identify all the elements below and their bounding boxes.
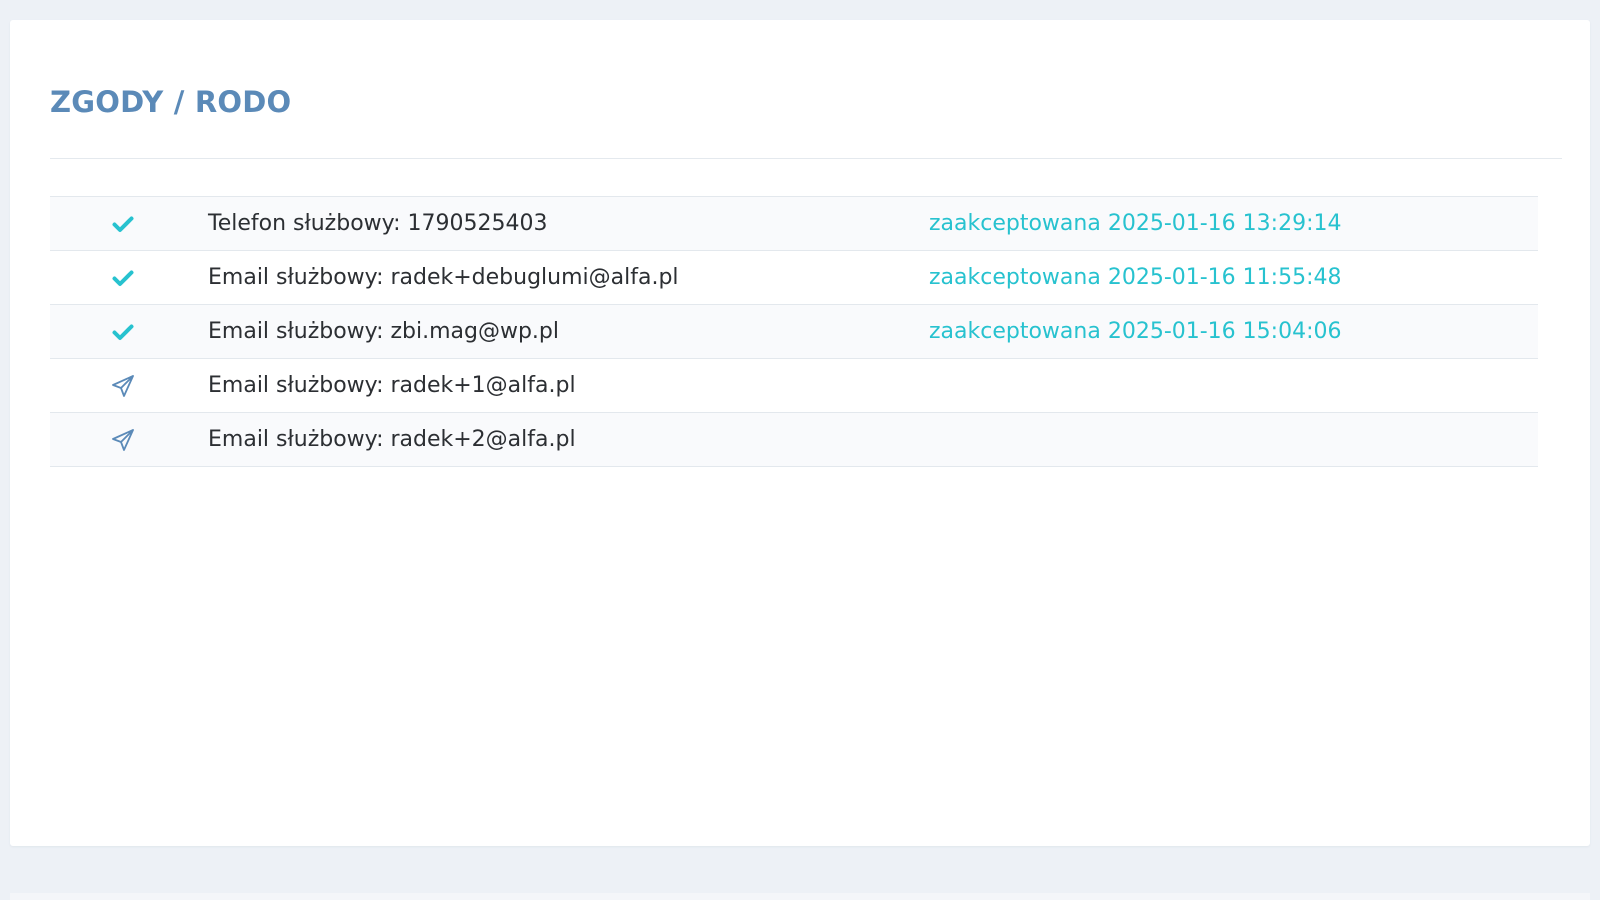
consent-label: Telefon służbowy: 1790525403 [208,211,548,236]
panel-title: ZGODY / RODO [50,85,292,119]
consent-label: Email służbowy: radek+1@alfa.pl [208,373,576,398]
consent-status: zaakceptowana 2025-01-16 11:55:48 [929,265,1342,290]
checkmark-icon [111,320,135,344]
consent-status: zaakceptowana 2025-01-16 13:29:14 [929,211,1342,236]
consents-panel: ZGODY / RODO Telefon służbowy: 179052540… [10,20,1590,846]
consent-label: Email służbowy: zbi.mag@wp.pl [208,319,560,344]
consent-row: Email służbowy: radek+1@alfa.pl [50,359,1538,413]
consent-row: Email służbowy: radek+debuglumi@alfa.pl … [50,251,1538,305]
consent-row: Telefon służbowy: 1790525403 zaakceptowa… [50,197,1538,251]
checkmark-icon [111,212,135,236]
consent-status: zaakceptowana 2025-01-16 15:04:06 [929,319,1342,344]
checkmark-icon [111,266,135,290]
consent-label: Email służbowy: radek+2@alfa.pl [208,427,576,452]
next-panel-edge [10,893,1590,900]
consent-row: Email służbowy: zbi.mag@wp.pl zaakceptow… [50,305,1538,359]
paper-plane-icon [111,428,135,452]
consent-list: Telefon służbowy: 1790525403 zaakceptowa… [50,196,1538,467]
paper-plane-icon [111,374,135,398]
title-divider [50,158,1562,159]
consent-label: Email służbowy: radek+debuglumi@alfa.pl [208,265,679,290]
consent-row: Email służbowy: radek+2@alfa.pl [50,413,1538,467]
